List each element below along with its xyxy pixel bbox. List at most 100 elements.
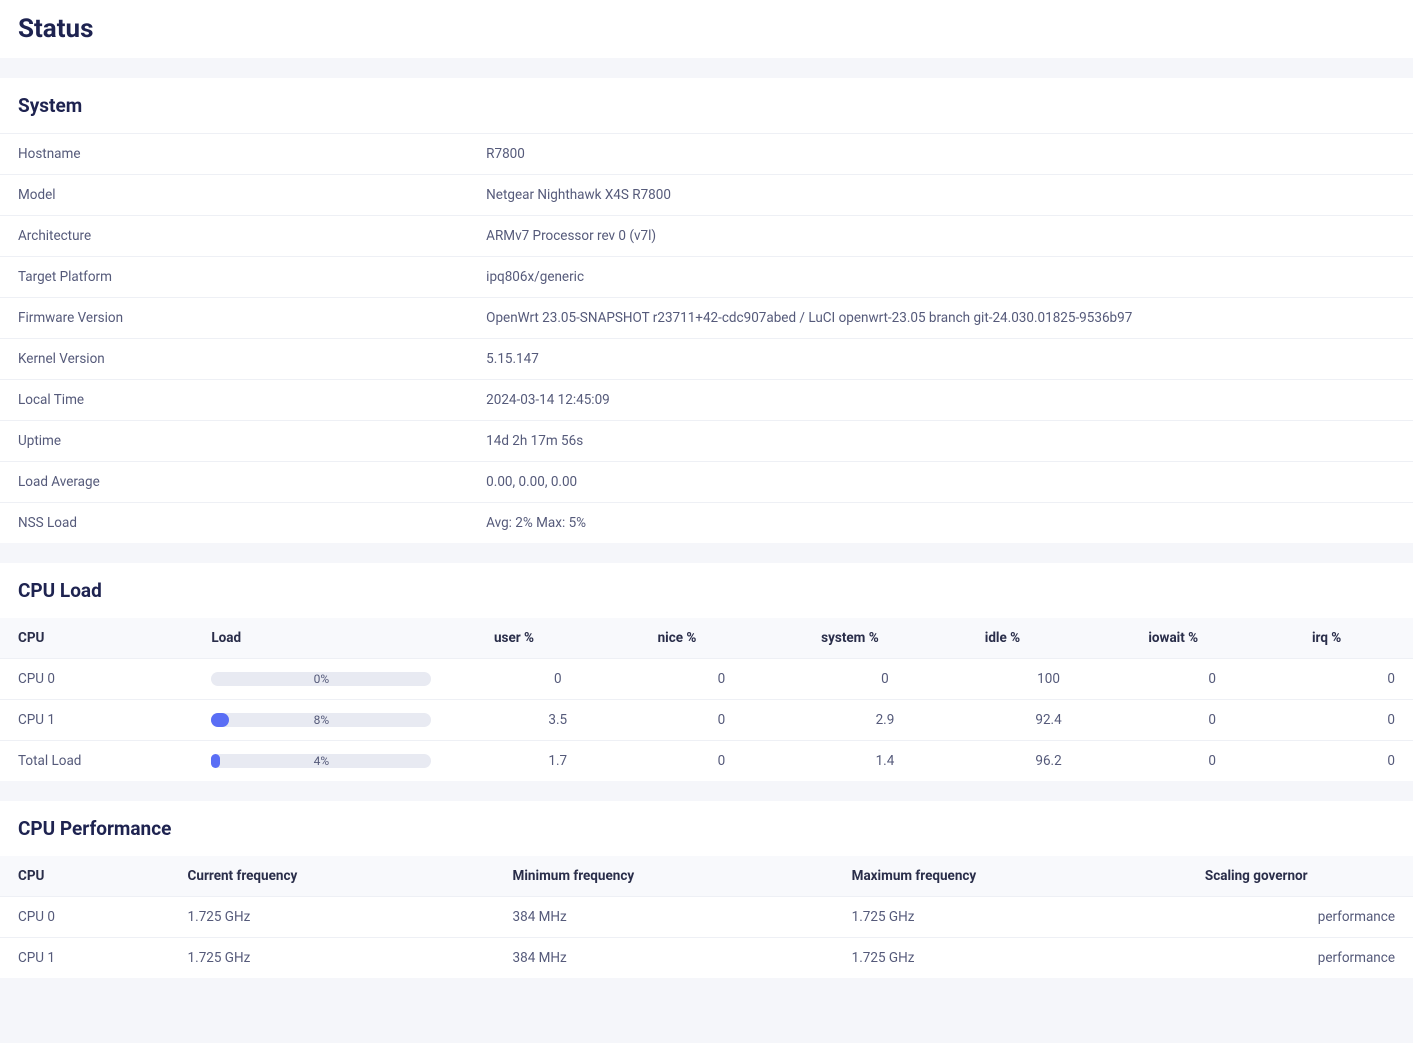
spacer <box>0 543 1413 563</box>
load-progress: 0% <box>211 672 431 686</box>
scaling-governor: performance <box>1187 897 1413 938</box>
col-idle: idle % <box>967 618 1131 659</box>
cpu-load-row: CPU 00%00010000 <box>0 659 1413 700</box>
system-row-label: Kernel Version <box>18 351 486 367</box>
cpu-name: CPU 0 <box>0 897 170 938</box>
cpu-load-cell: 8% <box>193 700 476 741</box>
system-row: ModelNetgear Nighthawk X4S R7800 <box>0 174 1413 215</box>
cpu-idle: 92.4 <box>967 700 1131 741</box>
system-row-label: Uptime <box>18 433 486 449</box>
system-section-title: System <box>0 78 1413 133</box>
scaling-governor: performance <box>1187 938 1413 979</box>
system-row-label: Target Platform <box>18 269 486 285</box>
minimum-frequency: 384 MHz <box>495 897 834 938</box>
cpu-load-section: CPU Load CPU Load user % nice % system %… <box>0 563 1413 781</box>
system-row-value: 2024-03-14 12:45:09 <box>486 392 1395 408</box>
cpu-irq: 0 <box>1294 659 1413 700</box>
cpu-system: 2.9 <box>803 700 967 741</box>
cpu-user: 3.5 <box>476 700 640 741</box>
col-current-frequency: Current frequency <box>170 856 495 897</box>
system-row-label: Local Time <box>18 392 486 408</box>
load-progress: 4% <box>211 754 431 768</box>
system-row: NSS LoadAvg: 2% Max: 5% <box>0 502 1413 543</box>
cpu-load-section-title: CPU Load <box>0 563 1413 618</box>
col-user: user % <box>476 618 640 659</box>
system-row: Uptime14d 2h 17m 56s <box>0 420 1413 461</box>
cpu-name: CPU 1 <box>0 700 193 741</box>
load-progress-text: 4% <box>314 754 330 768</box>
cpu-name: CPU 0 <box>0 659 193 700</box>
col-cpu: CPU <box>0 856 170 897</box>
system-row-label: Firmware Version <box>18 310 486 326</box>
cpu-nice: 0 <box>640 659 804 700</box>
col-irq: irq % <box>1294 618 1413 659</box>
cpu-idle: 100 <box>967 659 1131 700</box>
cpu-irq: 0 <box>1294 741 1413 782</box>
system-row-value: ipq806x/generic <box>486 269 1395 285</box>
maximum-frequency: 1.725 GHz <box>834 938 1187 979</box>
current-frequency: 1.725 GHz <box>170 938 495 979</box>
system-row-value: R7800 <box>486 146 1395 162</box>
system-row: HostnameR7800 <box>0 133 1413 174</box>
cpu-load-table: CPU Load user % nice % system % idle % i… <box>0 618 1413 781</box>
system-row-label: NSS Load <box>18 515 486 531</box>
cpu-user: 1.7 <box>476 741 640 782</box>
cpu-perf-row: CPU 01.725 GHz384 MHz1.725 GHzperformanc… <box>0 897 1413 938</box>
minimum-frequency: 384 MHz <box>495 938 834 979</box>
cpu-idle: 96.2 <box>967 741 1131 782</box>
cpu-irq: 0 <box>1294 700 1413 741</box>
cpu-nice: 0 <box>640 741 804 782</box>
cpu-load-row: Total Load4%1.701.496.200 <box>0 741 1413 782</box>
system-row-value: Netgear Nighthawk X4S R7800 <box>486 187 1395 203</box>
system-row-value: Avg: 2% Max: 5% <box>486 515 1395 531</box>
spacer <box>0 58 1413 78</box>
col-cpu: CPU <box>0 618 193 659</box>
system-row-label: Load Average <box>18 474 486 490</box>
load-progress-text: 8% <box>314 713 330 727</box>
cpu-iowait: 0 <box>1130 700 1294 741</box>
cpu-iowait: 0 <box>1130 741 1294 782</box>
load-progress-text: 0% <box>314 672 330 686</box>
cpu-name: CPU 1 <box>0 938 170 979</box>
col-scaling-governor: Scaling governor <box>1187 856 1413 897</box>
system-row-value: OpenWrt 23.05-SNAPSHOT r23711+42-cdc907a… <box>486 310 1395 326</box>
col-iowait: iowait % <box>1130 618 1294 659</box>
system-row-label: Hostname <box>18 146 486 162</box>
system-row: Target Platformipq806x/generic <box>0 256 1413 297</box>
col-nice: nice % <box>640 618 804 659</box>
system-row-value: 14d 2h 17m 56s <box>486 433 1395 449</box>
spacer <box>0 781 1413 801</box>
cpu-user: 0 <box>476 659 640 700</box>
system-row-label: Architecture <box>18 228 486 244</box>
system-row: Local Time2024-03-14 12:45:09 <box>0 379 1413 420</box>
page-title: Status <box>0 0 1413 58</box>
cpu-perf-row: CPU 11.725 GHz384 MHz1.725 GHzperformanc… <box>0 938 1413 979</box>
cpu-perf-section: CPU Performance CPU Current frequency Mi… <box>0 801 1413 978</box>
system-section: System HostnameR7800ModelNetgear Nightha… <box>0 78 1413 543</box>
col-system: system % <box>803 618 967 659</box>
system-row: Load Average0.00, 0.00, 0.00 <box>0 461 1413 502</box>
maximum-frequency: 1.725 GHz <box>834 897 1187 938</box>
system-row-value: 0.00, 0.00, 0.00 <box>486 474 1395 490</box>
cpu-nice: 0 <box>640 700 804 741</box>
cpu-load-cell: 0% <box>193 659 476 700</box>
load-progress-bar <box>211 713 229 727</box>
cpu-load-cell: 4% <box>193 741 476 782</box>
cpu-system: 0 <box>803 659 967 700</box>
cpu-name: Total Load <box>0 741 193 782</box>
cpu-iowait: 0 <box>1130 659 1294 700</box>
system-row: Kernel Version5.15.147 <box>0 338 1413 379</box>
load-progress: 8% <box>211 713 431 727</box>
col-minimum-frequency: Minimum frequency <box>495 856 834 897</box>
cpu-perf-table: CPU Current frequency Minimum frequency … <box>0 856 1413 978</box>
system-row: ArchitectureARMv7 Processor rev 0 (v7l) <box>0 215 1413 256</box>
system-row-value: 5.15.147 <box>486 351 1395 367</box>
cpu-system: 1.4 <box>803 741 967 782</box>
current-frequency: 1.725 GHz <box>170 897 495 938</box>
col-load: Load <box>193 618 476 659</box>
col-maximum-frequency: Maximum frequency <box>834 856 1187 897</box>
system-row-label: Model <box>18 187 486 203</box>
system-row-value: ARMv7 Processor rev 0 (v7l) <box>486 228 1395 244</box>
cpu-load-row: CPU 18%3.502.992.400 <box>0 700 1413 741</box>
system-row: Firmware VersionOpenWrt 23.05-SNAPSHOT r… <box>0 297 1413 338</box>
